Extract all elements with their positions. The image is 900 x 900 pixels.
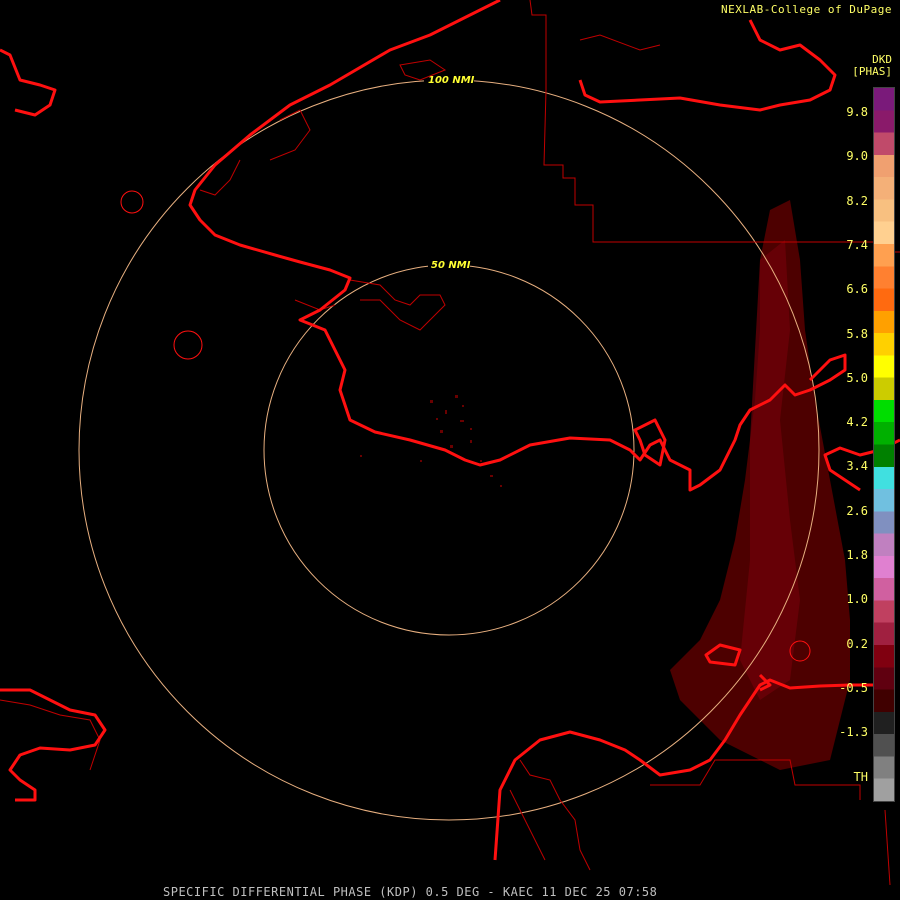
range-ring-50 — [263, 264, 635, 636]
legend-tick: -1.3 — [839, 725, 868, 740]
legend-tick: 5.8 — [846, 326, 868, 341]
legend-tick: TH — [853, 769, 868, 784]
color-scale — [873, 87, 895, 802]
legend-tick: 9.8 — [846, 105, 868, 119]
legend-tick: 8.2 — [846, 193, 868, 208]
radar-map: 100 NMI 50 NMI — [0, 0, 900, 886]
lake-outline — [173, 330, 203, 360]
legend-tick: 2.6 — [846, 503, 868, 518]
legend-tick: 7.4 — [846, 237, 868, 252]
legend-tick: 9.0 — [846, 149, 868, 164]
legend-tick: 1.0 — [846, 592, 868, 607]
legend-tick: -0.5 — [839, 680, 868, 695]
legend-tick: 0.2 — [846, 636, 868, 651]
legend-tick: 5.0 — [846, 370, 868, 385]
legend-tick: 3.4 — [846, 459, 868, 474]
product-units: DKD [PHAS] — [852, 54, 892, 78]
radar-returns — [360, 200, 850, 770]
legend-tick: 1.8 — [846, 548, 868, 562]
site-credit: NEXLAB-College of DuPage — [721, 3, 892, 16]
legend-tick: 4.2 — [846, 415, 868, 430]
coastline-detail — [0, 34, 661, 871]
ring-label-100: 100 NMI — [428, 75, 475, 86]
product-caption: SPECIFIC DIFFERENTIAL PHASE (KDP) 0.5 DE… — [163, 885, 658, 899]
ring-label-50: 50 NMI — [431, 260, 471, 271]
lake-outline — [120, 190, 144, 214]
units-label: [PHAS] — [852, 65, 892, 78]
legend-tick: 6.6 — [846, 282, 868, 297]
